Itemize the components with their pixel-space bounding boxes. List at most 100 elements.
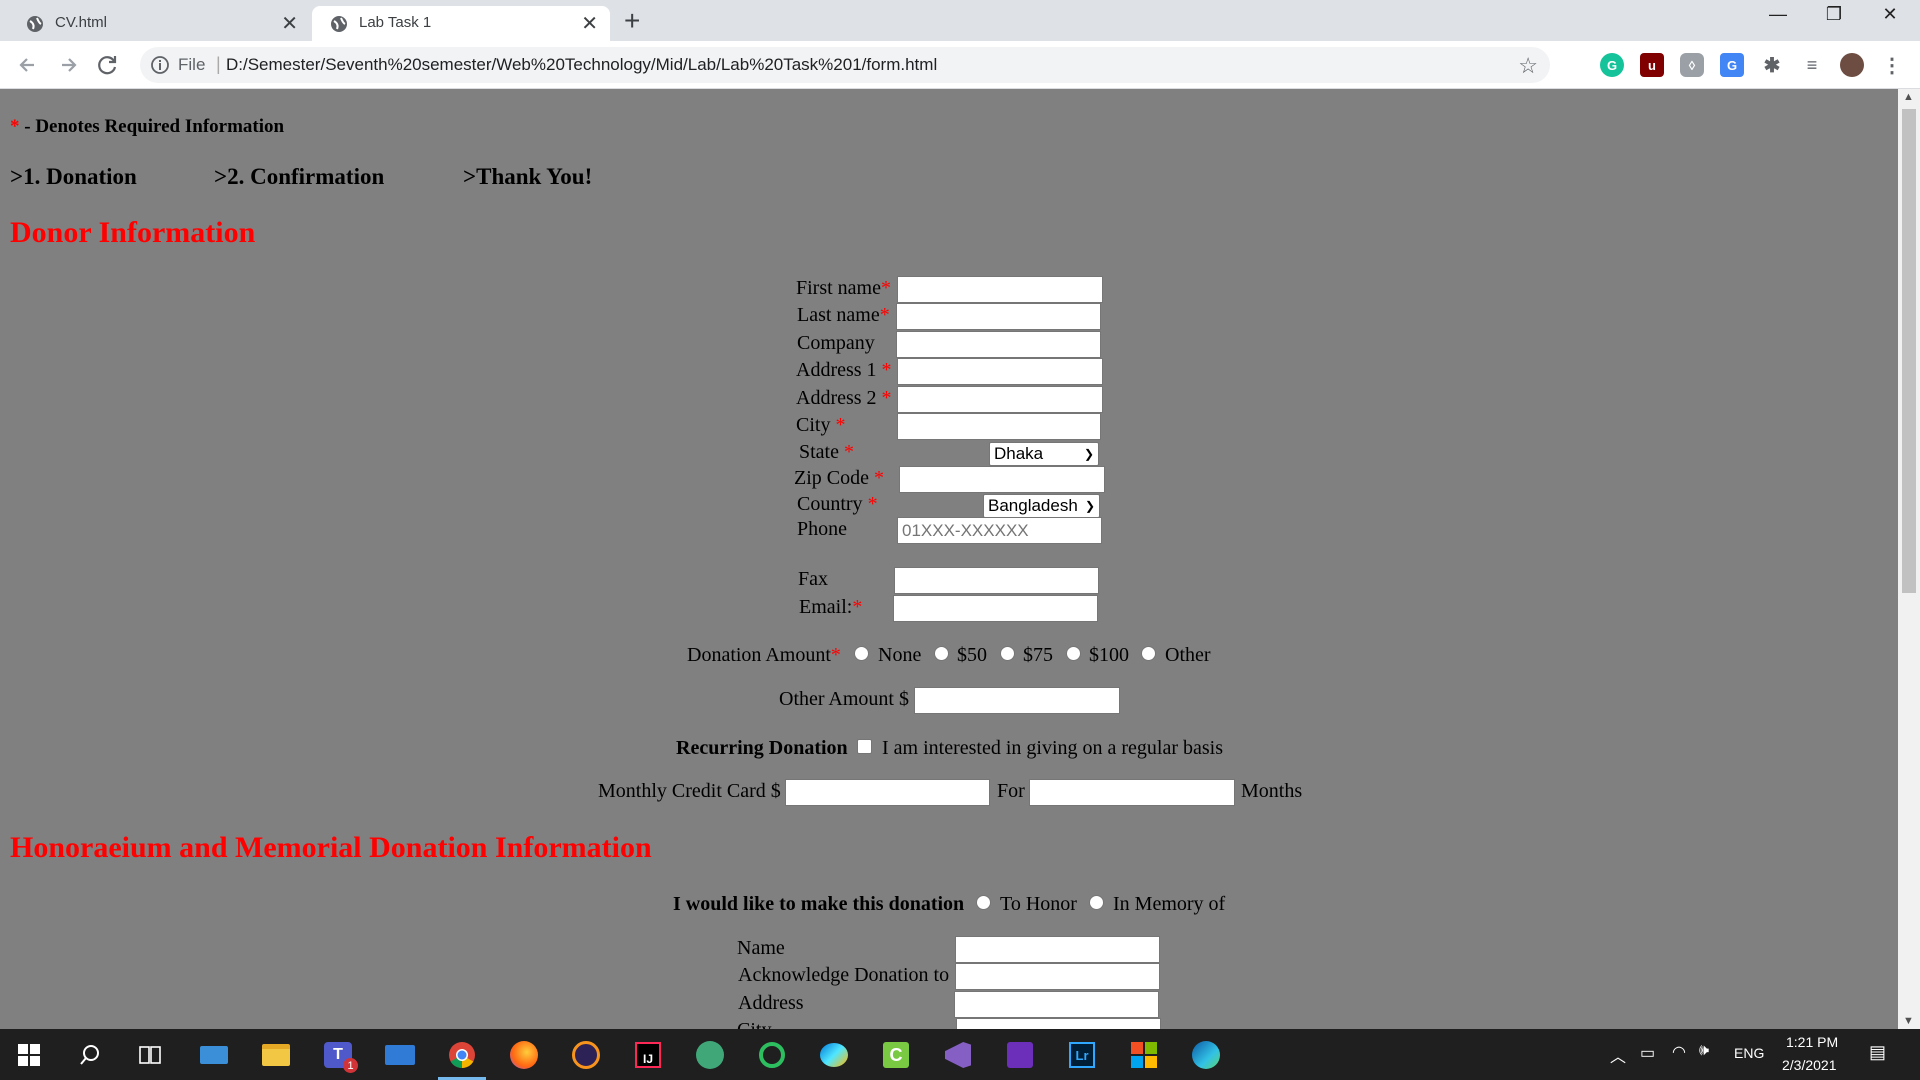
page-content: * - Denotes Required Information >1. Don… — [0, 89, 1898, 1045]
legend-text: - Denotes Required Information — [19, 116, 285, 137]
last-name-label: Last name* — [797, 304, 890, 326]
city-input[interactable] — [897, 413, 1101, 440]
donation-other-radio[interactable] — [1141, 646, 1156, 661]
media-app-icon[interactable] — [1002, 1037, 1038, 1073]
donation-100-radio[interactable] — [1066, 646, 1081, 661]
make-donation-label: I would like to make this donation — [673, 893, 965, 915]
tab-strip: CV.html ✕ Lab Task 1 ✕ + — ❐ ✕ — [0, 0, 1920, 41]
address-1-input[interactable] — [897, 358, 1103, 385]
firefox-icon[interactable] — [506, 1037, 542, 1073]
sync-app-icon[interactable] — [754, 1037, 790, 1073]
email-input[interactable] — [893, 595, 1098, 622]
vertical-scrollbar[interactable]: ▲ ▼ — [1898, 89, 1920, 1029]
donation-50-radio[interactable] — [934, 646, 949, 661]
notification-icon[interactable]: ▤ — [1869, 1042, 1886, 1063]
battery-icon[interactable]: ▭ — [1640, 1043, 1655, 1063]
lightroom-icon[interactable]: Lr — [1064, 1037, 1100, 1073]
zip-code-input[interactable] — [899, 466, 1105, 493]
chrome-icon[interactable] — [438, 1037, 486, 1080]
acknowledge-input[interactable] — [955, 963, 1160, 990]
close-tab-icon[interactable]: ✕ — [281, 11, 298, 36]
profile-avatar[interactable] — [1840, 53, 1864, 77]
honor-address-label: Address — [738, 992, 804, 1014]
visual-studio-icon[interactable] — [940, 1037, 976, 1073]
for-label: For — [997, 780, 1025, 802]
address-bar[interactable]: File | D:/Semester/Seventh%20semester/We… — [140, 47, 1550, 83]
edge-legacy-icon[interactable] — [816, 1037, 852, 1073]
address-2-input[interactable] — [897, 386, 1103, 413]
office-icon[interactable] — [1126, 1037, 1162, 1073]
laptop-app-icon[interactable] — [196, 1037, 232, 1073]
donation-option-label: $100 — [1089, 644, 1129, 666]
menu-kebab-icon[interactable]: ⋮ — [1880, 53, 1904, 77]
in-memory-radio[interactable] — [1089, 895, 1104, 910]
state-select[interactable]: Dhaka ❯ — [989, 442, 1099, 466]
minimize-icon[interactable]: — — [1758, 4, 1798, 25]
restore-icon[interactable]: ❐ — [1814, 4, 1854, 25]
back-icon[interactable] — [14, 51, 42, 79]
close-window-icon[interactable]: ✕ — [1870, 4, 1910, 25]
info-icon[interactable] — [150, 55, 170, 75]
recurring-checkbox[interactable] — [857, 739, 872, 754]
recurring-donation-label: Recurring Donation — [676, 737, 848, 759]
grammarly-icon[interactable]: G — [1600, 53, 1624, 77]
clock-date[interactable]: 2/3/2021 — [1782, 1057, 1837, 1073]
close-tab-icon[interactable]: ✕ — [581, 11, 598, 36]
months-input[interactable] — [1029, 779, 1235, 806]
required-legend: * - Denotes Required Information — [10, 116, 284, 138]
url-text[interactable]: D:/Semester/Seventh%20semester/Web%20Tec… — [226, 55, 937, 75]
donation-none-radio[interactable] — [854, 646, 869, 661]
company-input[interactable] — [896, 331, 1101, 358]
to-honor-label: To Honor — [1000, 893, 1077, 915]
honor-address-input[interactable] — [954, 991, 1159, 1018]
step-thank-you: >Thank You! — [463, 164, 593, 189]
to-honor-radio[interactable] — [976, 895, 991, 910]
donation-option-label: None — [878, 644, 922, 666]
scroll-up-icon[interactable]: ▲ — [1903, 91, 1914, 103]
first-name-input[interactable] — [897, 276, 1103, 303]
shield-icon[interactable]: ◊ — [1680, 53, 1704, 77]
windows-start-icon[interactable] — [11, 1037, 47, 1073]
mail-icon[interactable] — [382, 1037, 418, 1073]
honor-name-input[interactable] — [955, 936, 1160, 963]
search-icon[interactable] — [72, 1037, 108, 1073]
tab-title: CV.html — [55, 14, 107, 31]
last-name-input[interactable] — [896, 303, 1101, 330]
scrollbar-thumb[interactable] — [1902, 109, 1916, 593]
months-label: Months — [1241, 780, 1303, 802]
translate-icon[interactable]: G — [1720, 53, 1744, 77]
bookmark-star-icon[interactable]: ☆ — [1518, 53, 1538, 79]
media-queue-icon[interactable]: ≡ — [1800, 53, 1824, 77]
scroll-down-icon[interactable]: ▼ — [1903, 1015, 1914, 1027]
teams-icon[interactable]: T 1 — [320, 1037, 358, 1073]
tray-chevron-icon[interactable]: ︿ — [1610, 1043, 1626, 1067]
ublock-icon[interactable]: u — [1640, 53, 1664, 77]
code-blocks-icon[interactable]: C — [878, 1037, 914, 1073]
monthly-credit-card-input[interactable] — [785, 779, 990, 806]
donation-option-label: $75 — [1023, 644, 1053, 666]
tab-cv[interactable]: CV.html ✕ — [8, 6, 310, 41]
first-name-label: First name* — [796, 277, 891, 299]
reload-icon[interactable] — [94, 51, 122, 79]
intellij-icon[interactable]: IJ — [630, 1037, 666, 1073]
clock-time[interactable]: 1:21 PM — [1786, 1034, 1838, 1050]
language-indicator[interactable]: ENG — [1734, 1045, 1764, 1061]
other-amount-input[interactable] — [914, 687, 1120, 714]
extensions-puzzle-icon[interactable]: ✱ — [1760, 53, 1784, 77]
tab-lab-task[interactable]: Lab Task 1 ✕ — [312, 6, 610, 41]
volume-icon[interactable]: 🕪 — [1699, 1042, 1709, 1060]
country-select[interactable]: Bangladesh ❯ — [983, 494, 1100, 518]
edge-icon[interactable] — [1188, 1037, 1224, 1073]
monthly-credit-card-label: Monthly Credit Card $ — [598, 780, 781, 802]
task-view-icon[interactable] — [132, 1037, 168, 1073]
zip-code-label: Zip Code * — [794, 467, 884, 489]
atom-icon[interactable] — [692, 1037, 728, 1073]
eclipse-icon[interactable] — [568, 1037, 604, 1073]
fax-input[interactable] — [894, 567, 1099, 594]
phone-input[interactable] — [897, 517, 1102, 544]
forward-icon[interactable] — [54, 51, 82, 79]
new-tab-icon[interactable]: + — [624, 5, 640, 37]
wifi-icon[interactable]: ◠ — [1672, 1042, 1686, 1062]
donation-75-radio[interactable] — [1000, 646, 1015, 661]
file-explorer-icon[interactable] — [258, 1037, 294, 1073]
